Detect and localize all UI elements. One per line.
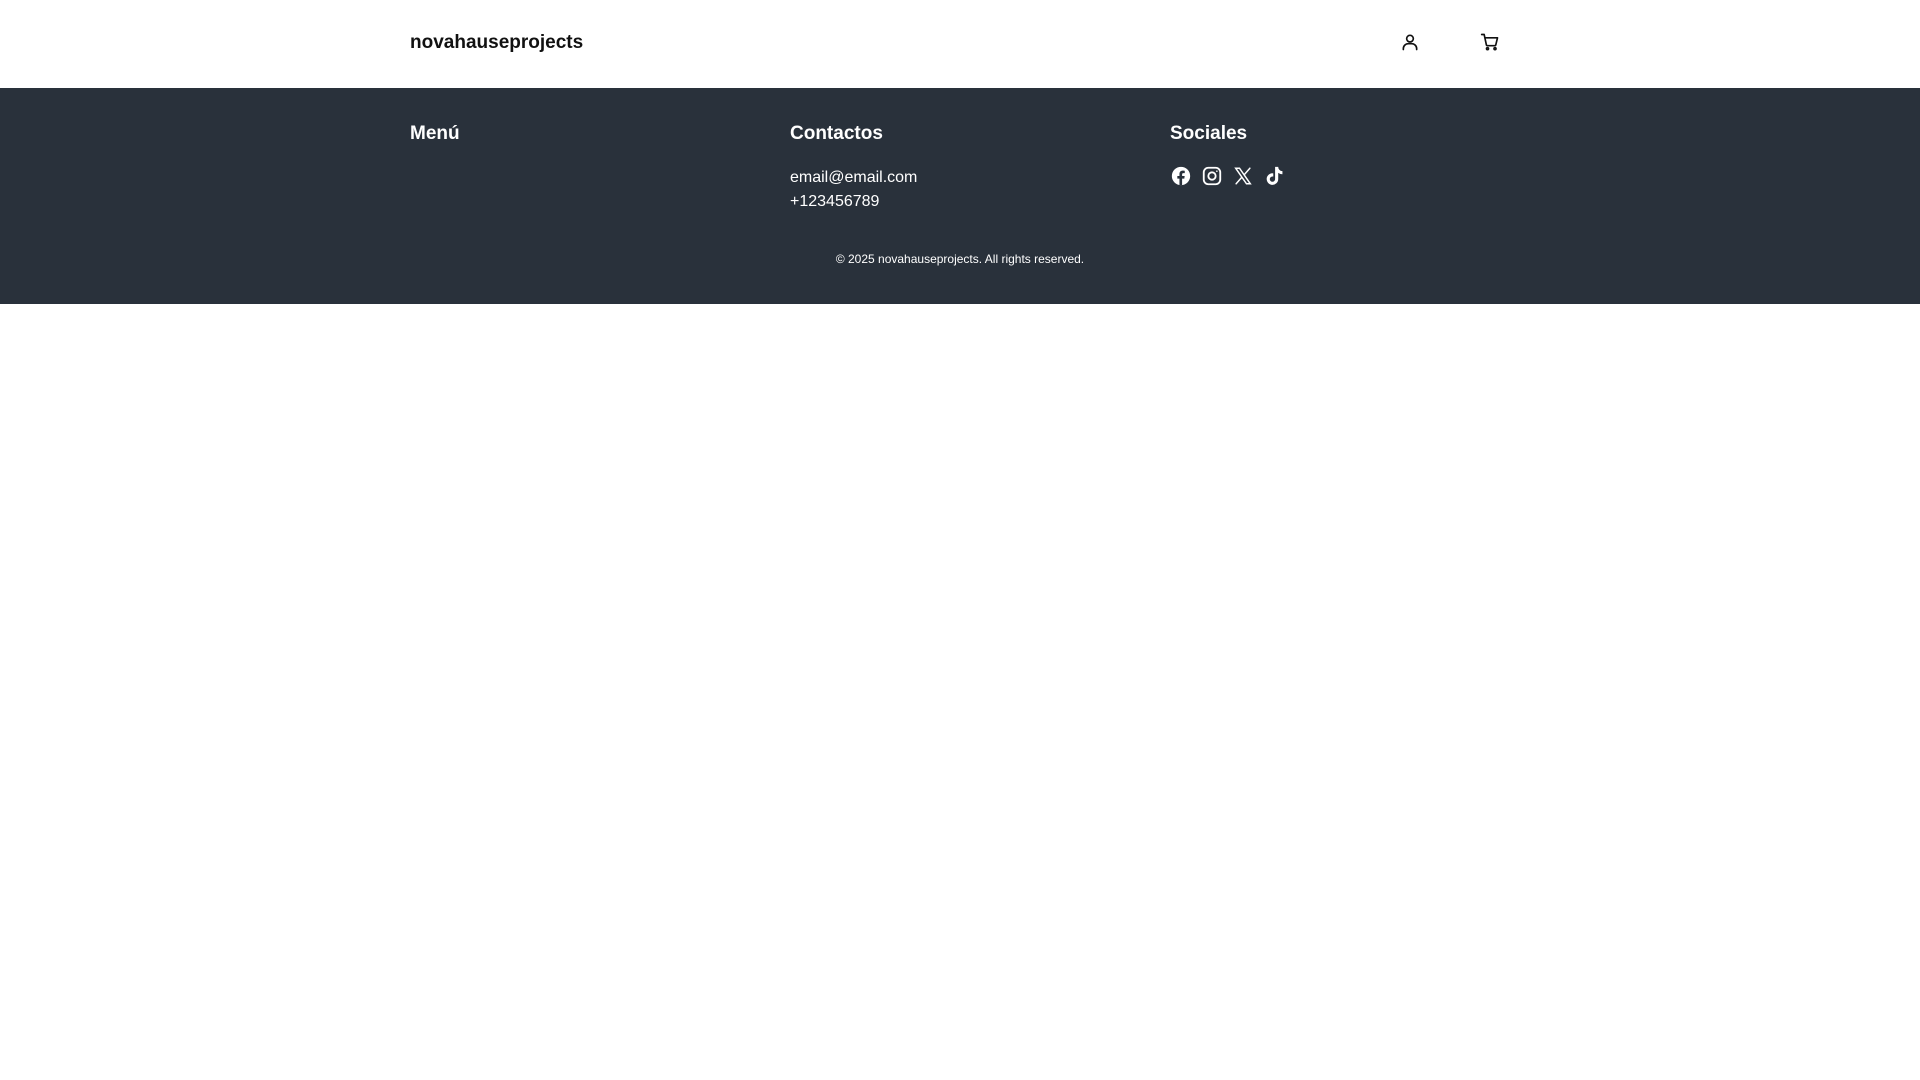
- brand-logo-link[interactable]: novahauseprojects: [410, 32, 583, 54]
- contact-phone[interactable]: +123456789: [790, 190, 917, 214]
- account-button[interactable]: [1398, 32, 1422, 56]
- instagram-link[interactable]: [1201, 165, 1223, 192]
- footer-social-title: Sociales: [1170, 123, 1248, 144]
- site-header: novahauseprojects: [0, 0, 1920, 88]
- cart-icon: [1480, 32, 1500, 57]
- x-link[interactable]: [1232, 165, 1254, 192]
- contact-list: email@email.com +123456789: [790, 166, 917, 214]
- facebook-icon: [1170, 165, 1192, 192]
- x-icon: [1232, 165, 1254, 192]
- tiktok-link[interactable]: [1263, 165, 1285, 192]
- footer-social-column: Sociales: [1170, 122, 1285, 189]
- social-links: [1170, 165, 1285, 192]
- footer-contact-title: Contactos: [790, 123, 883, 144]
- cart-button[interactable]: [1478, 32, 1502, 56]
- user-icon: [1400, 32, 1420, 57]
- instagram-icon: [1201, 165, 1223, 192]
- footer-menu-title: Menú: [410, 123, 460, 144]
- footer-menu-column: Menú: [410, 122, 460, 146]
- facebook-link[interactable]: [1170, 165, 1192, 192]
- tiktok-icon: [1263, 165, 1285, 192]
- copyright-text: © 2025 novahauseprojects. All rights res…: [835, 252, 1085, 266]
- footer-contact-column: Contactos email@email.com +123456789: [790, 122, 917, 214]
- site-footer: Menú Contactos email@email.com +12345678…: [0, 88, 1920, 304]
- contact-email[interactable]: email@email.com: [790, 166, 917, 190]
